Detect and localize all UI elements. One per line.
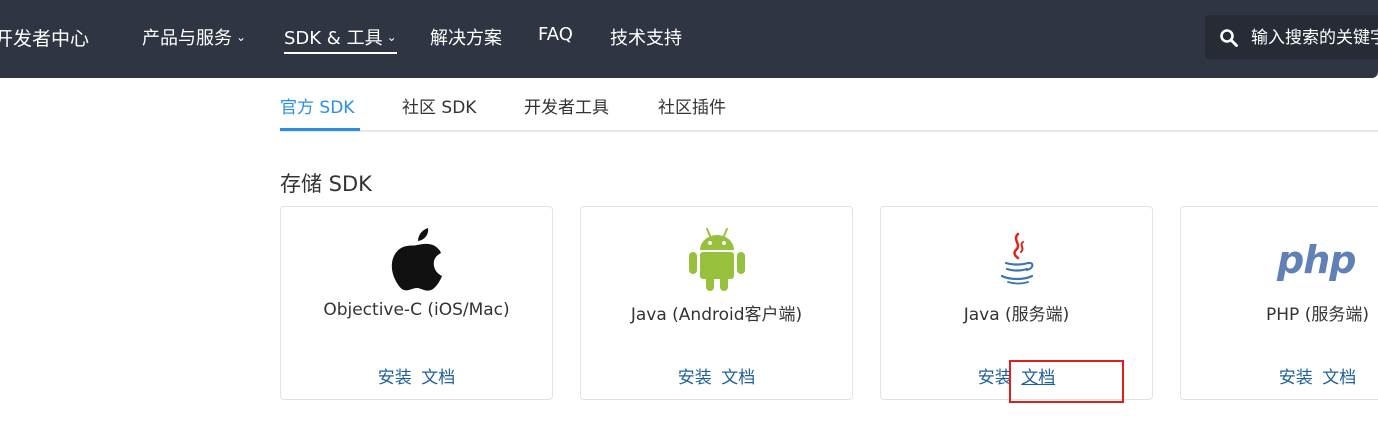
sdk-tabs: 官方 SDK 社区 SDK 开发者工具 社区插件 [280,90,1378,132]
highlight-box [1009,360,1124,403]
install-link[interactable]: 安装 [1279,368,1313,388]
card-logo [281,225,552,295]
apple-logo-icon [391,228,442,291]
docs-link[interactable]: 文档 [421,368,455,388]
install-link[interactable]: 安装 [678,368,712,388]
card-title: Java (服务端) [963,305,1070,325]
install-link[interactable]: 安装 [978,368,1012,388]
tab-developer-tools[interactable]: 开发者工具 [524,93,609,118]
php-logo-icon: php [1276,238,1356,282]
search-box [1205,15,1378,59]
brand-title[interactable]: 开发者中心 [0,24,89,51]
card-logo [881,225,1152,295]
docs-link[interactable]: 文档 [1322,368,1356,388]
card-logo [581,225,852,295]
section-title: 存储 SDK [280,172,372,196]
tab-community-sdk[interactable]: 社区 SDK [402,93,476,118]
card-logo: php [1181,225,1378,295]
card-links: 安装 文档 [1181,363,1378,388]
nav-support[interactable]: 技术支持 [610,24,682,50]
card-links: 安装 文档 [581,363,852,388]
card-links: 安装 文档 [281,363,552,388]
sdk-card-objective-c: Objective-C (iOS/Mac) 安装 文档 [280,206,553,400]
nav-sdk-tools-label: SDK & 工具 [284,28,383,49]
sdk-card-java-android: Java (Android客户端) 安装 文档 [580,206,853,400]
nav-sdk-tools[interactable]: SDK & 工具 ⌄ [284,24,397,54]
card-title: Objective-C (iOS/Mac) [323,300,510,320]
search-input[interactable] [1251,25,1378,51]
nav-products[interactable]: 产品与服务 ⌄ [142,24,246,50]
nav-solutions-label: 解决方案 [430,28,502,49]
nav-faq[interactable]: FAQ [538,24,573,45]
top-navigation-bar: 开发者中心 产品与服务 ⌄ SDK & 工具 ⌄ 解决方案 FAQ 技术支持 [0,0,1378,78]
active-tab-indicator [280,128,360,131]
nav-solutions[interactable]: 解决方案 [430,24,502,50]
nav-support-label: 技术支持 [610,28,682,49]
svg-text:php: php [1276,238,1355,282]
tab-community-plugins[interactable]: 社区插件 [658,93,726,118]
search-icon[interactable] [1219,28,1239,48]
sdk-card-php: php PHP (服务端) 安装 文档 [1180,206,1378,400]
chevron-down-icon: ⌄ [386,30,397,44]
card-title: Java (Android客户端) [630,305,803,325]
nav-products-label: 产品与服务 [142,28,232,49]
nav-faq-label: FAQ [538,24,573,45]
install-link[interactable]: 安装 [378,368,412,388]
docs-link[interactable]: 文档 [721,368,755,388]
java-logo-icon [1000,232,1033,285]
tab-official-sdk[interactable]: 官方 SDK [280,93,354,118]
card-title: PHP (服务端) [1266,305,1369,325]
chevron-down-icon: ⌄ [236,30,247,44]
android-logo-icon [688,228,745,291]
